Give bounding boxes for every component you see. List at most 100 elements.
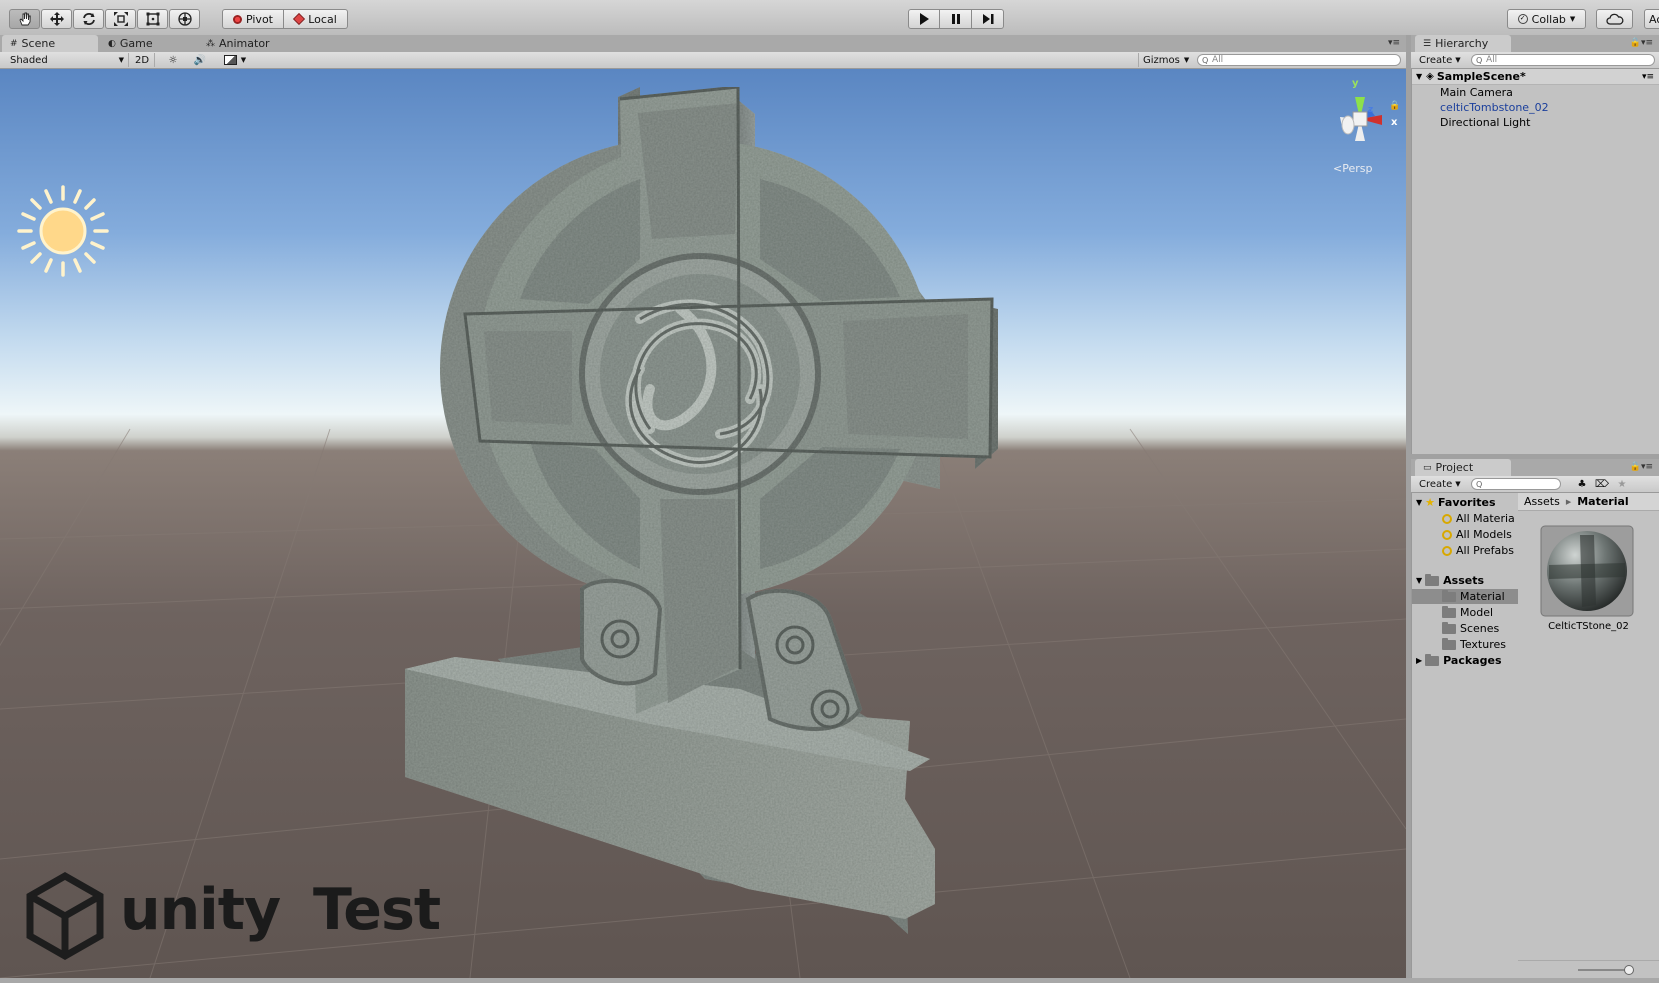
hierarchy-item-label: Main Camera bbox=[1440, 86, 1513, 99]
hand-tool-button[interactable] bbox=[9, 9, 40, 29]
folder-textures[interactable]: Textures bbox=[1442, 637, 1506, 652]
expand-arrow-icon: ▼ bbox=[1416, 72, 1423, 81]
project-tab-strip: ▭ Project 🔒▾≡ bbox=[1411, 459, 1659, 476]
animator-icon: ⁂ bbox=[206, 38, 215, 49]
tab-project[interactable]: ▭ Project bbox=[1415, 459, 1511, 476]
hierarchy-item-celtic-tombstone[interactable]: celticTombstone_02 bbox=[1440, 100, 1549, 115]
gizmos-label: Gizmos bbox=[1143, 54, 1180, 66]
watermark-text: unity Test bbox=[120, 877, 441, 943]
horizontal-splitter[interactable] bbox=[1411, 454, 1659, 459]
perspective-icon: < bbox=[1333, 162, 1343, 175]
transform-tool-button[interactable] bbox=[169, 9, 200, 29]
main-toolbar: Pivot Local ✓ Collab ▼ Ac bbox=[0, 0, 1659, 36]
rect-tool-button[interactable] bbox=[137, 9, 168, 29]
breadcrumb-arrow-icon: ▶ bbox=[1565, 497, 1572, 506]
pause-button[interactable] bbox=[940, 9, 972, 29]
assets-label: Assets bbox=[1443, 574, 1485, 587]
tab-animator[interactable]: ⁂ Animator bbox=[198, 35, 298, 52]
filter-by-type-button[interactable]: ♣ bbox=[1573, 477, 1591, 491]
folder-label: Textures bbox=[1460, 638, 1506, 651]
axis-z-label: z bbox=[1368, 105, 1374, 115]
unity-logo-icon bbox=[26, 871, 104, 961]
folder-material[interactable]: Material bbox=[1412, 589, 1518, 604]
2d-label: 2D bbox=[134, 54, 150, 66]
zoom-slider-thumb[interactable] bbox=[1624, 965, 1634, 975]
scene-menu-icon[interactable]: ▾≡ bbox=[1642, 72, 1654, 82]
projection-toggle[interactable]: <Persp bbox=[1333, 162, 1372, 175]
watermark-test: Test bbox=[312, 877, 441, 943]
breadcrumb-assets[interactable]: Assets bbox=[1524, 495, 1560, 508]
hierarchy-item-directional-light[interactable]: Directional Light bbox=[1440, 115, 1530, 130]
search-icon: Q bbox=[1476, 55, 1483, 65]
step-button[interactable] bbox=[972, 9, 1004, 29]
unity-scene-icon: ◈ bbox=[1426, 71, 1434, 82]
celtic-tombstone-model bbox=[405, 85, 998, 934]
local-toggle[interactable]: Local bbox=[284, 9, 348, 29]
save-search-button[interactable]: ★ bbox=[1613, 477, 1631, 491]
project-menu-icon[interactable]: 🔒▾≡ bbox=[1630, 462, 1653, 472]
cloud-button[interactable] bbox=[1596, 9, 1633, 29]
pivot-label: Pivot bbox=[245, 12, 273, 26]
favorite-all-materials[interactable]: All Materia bbox=[1442, 511, 1515, 526]
filter-by-label-button[interactable]: ⌦ bbox=[1593, 477, 1611, 491]
grid-icon: # bbox=[10, 38, 18, 49]
scene-search-input[interactable]: Q All bbox=[1197, 54, 1401, 66]
watermark-brand: unity bbox=[120, 877, 281, 943]
transform-icon bbox=[177, 12, 192, 26]
tab-game[interactable]: ◐ Game bbox=[100, 35, 196, 52]
collab-dropdown[interactable]: ✓ Collab ▼ bbox=[1507, 9, 1586, 29]
scene-root-row[interactable]: ▼ ◈ SampleScene* ▾≡ bbox=[1412, 69, 1659, 85]
chevron-down-icon: ▼ bbox=[118, 56, 124, 64]
account-dropdown[interactable]: Ac bbox=[1644, 9, 1659, 29]
favorite-all-prefabs[interactable]: All Prefabs bbox=[1442, 543, 1514, 558]
project-footer bbox=[1518, 960, 1659, 979]
pivot-toggle[interactable]: Pivot bbox=[222, 9, 284, 29]
project-search-input[interactable]: Q bbox=[1471, 478, 1561, 490]
favorites-label: Favorites bbox=[1438, 496, 1496, 509]
gizmos-dropdown[interactable]: Gizmos ▼ bbox=[1138, 53, 1199, 67]
scene-view[interactable]: 🔒 y x z <Persp unity Test bbox=[0, 69, 1406, 978]
rotate-tool-button[interactable] bbox=[73, 9, 104, 29]
cloud-icon bbox=[1605, 13, 1623, 25]
packages-row[interactable]: ▶ Packages bbox=[1416, 653, 1502, 668]
asset-material-thumbnail[interactable] bbox=[1540, 525, 1634, 617]
audio-toggle[interactable]: 🔊 bbox=[188, 53, 212, 67]
tab-scene[interactable]: # Scene bbox=[2, 35, 98, 52]
pause-icon bbox=[951, 14, 960, 24]
tab-hierarchy[interactable]: ☰ Hierarchy bbox=[1415, 35, 1511, 52]
tab-hierarchy-label: Hierarchy bbox=[1435, 37, 1489, 50]
folder-model[interactable]: Model bbox=[1442, 605, 1493, 620]
hierarchy-create-dropdown[interactable]: Create ▼ bbox=[1415, 53, 1467, 67]
shading-mode-dropdown[interactable]: Shaded ▼ bbox=[4, 53, 129, 67]
hierarchy-item-main-camera[interactable]: Main Camera bbox=[1440, 85, 1513, 100]
panel-menu-icon[interactable]: ▾≡ bbox=[1388, 38, 1400, 48]
zoom-slider-track[interactable] bbox=[1578, 969, 1628, 971]
favorite-all-models[interactable]: All Models bbox=[1442, 527, 1512, 542]
search-icon: Q bbox=[1202, 55, 1209, 65]
rect-icon bbox=[146, 12, 159, 26]
2d-toggle[interactable]: 2D bbox=[130, 53, 155, 67]
gizmo-lock-icon[interactable]: 🔒 bbox=[1389, 101, 1400, 111]
hierarchy-tab-strip: ☰ Hierarchy 🔒▾≡ bbox=[1411, 35, 1659, 52]
scene-canvas bbox=[0, 85, 1406, 978]
breadcrumb-material[interactable]: Material bbox=[1577, 495, 1628, 508]
folder-scenes[interactable]: Scenes bbox=[1442, 621, 1499, 636]
hierarchy-menu-icon[interactable]: 🔒▾≡ bbox=[1630, 38, 1653, 48]
effects-dropdown[interactable]: ▼ bbox=[218, 53, 252, 67]
lighting-toggle[interactable]: ☼ bbox=[162, 53, 184, 67]
move-tool-button[interactable] bbox=[41, 9, 72, 29]
play-button[interactable] bbox=[908, 9, 940, 29]
hierarchy-search-input[interactable]: Q All bbox=[1471, 54, 1655, 66]
project-toolbar: Create ▼ Q ♣ ⌦ ★ bbox=[1411, 476, 1659, 493]
vertical-splitter[interactable] bbox=[1406, 35, 1411, 983]
project-create-dropdown[interactable]: Create ▼ bbox=[1415, 477, 1467, 491]
favorites-row[interactable]: ▼ ★ Favorites bbox=[1416, 495, 1496, 510]
scale-tool-button[interactable] bbox=[105, 9, 136, 29]
projection-label: Persp bbox=[1342, 162, 1373, 175]
folder-icon bbox=[1442, 637, 1456, 650]
hierarchy-search-placeholder: All bbox=[1486, 55, 1498, 65]
star-icon: ★ bbox=[1425, 496, 1436, 509]
expand-arrow-icon: ▼ bbox=[1416, 498, 1423, 507]
assets-row[interactable]: ▼ Assets bbox=[1416, 573, 1484, 588]
project-content-area: Assets ▶ Material CelticTStone_02 bbox=[1518, 493, 1659, 978]
